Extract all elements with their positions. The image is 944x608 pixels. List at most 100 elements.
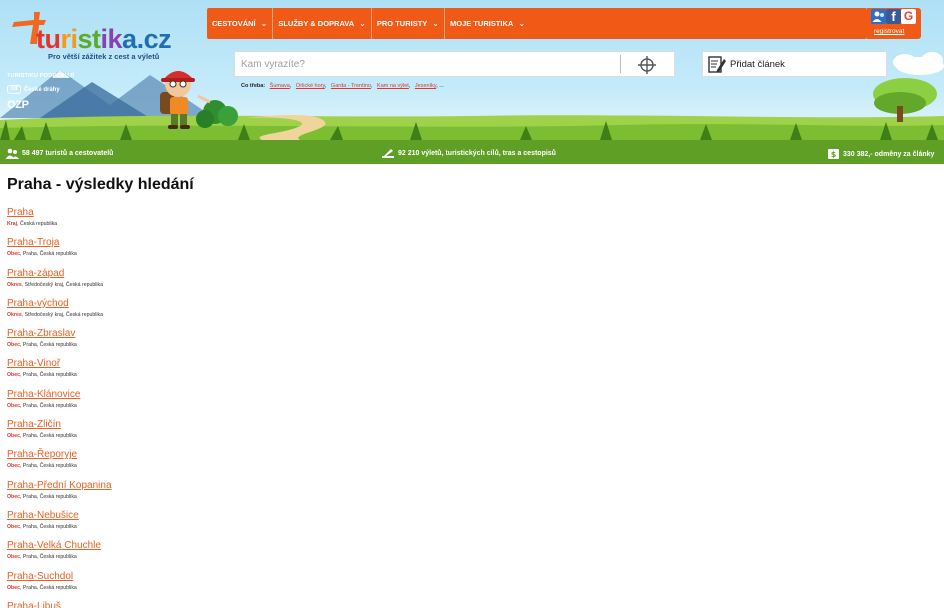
result-item: Praha-Přední Kopanina Obec, Praha, Česká … — [7, 475, 927, 505]
result-meta: Obec, Praha, Česká republika — [7, 523, 77, 530]
result-link[interactable]: Praha-Zbraslav — [7, 327, 75, 340]
result-location: Praha, Česká republika — [22, 433, 77, 440]
search-divider — [620, 55, 621, 73]
result-meta: Obec, Praha, Česká republika — [7, 584, 77, 591]
stats-bar: 58 497 turistů a cestovatelů 92 210 výle… — [0, 144, 944, 164]
result-location: Praha, Česká republika — [22, 463, 77, 470]
result-link[interactable]: Praha-Vinoř — [7, 357, 60, 370]
nav-label: PRO TURISTY — [376, 19, 428, 28]
people-icon — [5, 148, 19, 159]
nav-label: CESTOVÁNÍ — [212, 19, 256, 28]
locate-crosshair-icon[interactable] — [637, 55, 657, 75]
result-location: Praha, Česká republika — [22, 342, 77, 349]
suggestion-link[interactable]: Kam na výlet — [377, 83, 409, 89]
result-meta: Obec, Praha, Česká republika — [7, 433, 77, 440]
result-link[interactable]: Praha-Nebušice — [7, 509, 79, 522]
user-login-icon[interactable] — [871, 9, 886, 24]
suggestion-link[interactable]: Jeseníky — [415, 83, 436, 89]
nav-item-moje-turistika[interactable]: MOJE TURISTIKA ⌄ — [445, 8, 530, 39]
search-suggestions: Co třeba: Šumava, Orlické hory, Garda - … — [241, 83, 444, 89]
result-location: Praha, Česká republika — [22, 523, 77, 530]
result-location: Praha, Česká republika — [22, 493, 77, 500]
result-location: Praha, Česká republika — [22, 584, 77, 591]
result-type: Obec — [7, 372, 20, 379]
suggestion-link[interactable]: Orlické hory — [296, 83, 325, 89]
result-link[interactable]: Praha-Troja — [7, 236, 59, 249]
register-link[interactable]: registrovat — [874, 28, 904, 35]
chevron-down-icon: ⌄ — [518, 19, 526, 28]
result-meta: Obec, Praha, Česká republika — [7, 251, 77, 258]
sponsor-ozp[interactable]: OZP — [7, 99, 74, 111]
site-logo[interactable]: turistika.cz Pro větší zážitek z cest a … — [8, 10, 208, 61]
result-location: Praha, Česká republika — [22, 554, 77, 561]
sponsors-title: TURISTIKU PODPORUJÍ — [7, 73, 75, 79]
result-meta: Kraj, Česká republika — [7, 221, 58, 227]
search-input[interactable] — [235, 52, 620, 76]
result-item: Praha-Řeporyje Obec, Praha, Česká republi… — [7, 444, 927, 474]
result-item: Praha-Troja Obec, Praha, Česká republika — [7, 232, 927, 262]
sponsor-ceske-drahy[interactable]: cd České dráhy — [7, 85, 74, 94]
nav-item-pro-turisty[interactable]: PRO TURISTY ⌄ — [372, 8, 445, 39]
result-type: Obec — [7, 493, 20, 500]
result-link[interactable]: Praha — [7, 206, 34, 219]
result-link[interactable]: Praha-Velká Chuchle — [7, 539, 101, 552]
result-link[interactable]: Praha-Klánovice — [7, 388, 80, 401]
search-results: Praha - výsledky hledání Praha Kraj, Česk… — [7, 176, 927, 608]
result-meta: Obec, Praha, Česká republika — [7, 342, 77, 349]
result-location: Praha, Česká republika — [22, 402, 77, 409]
add-article-button[interactable]: Přidat článek — [702, 51, 887, 77]
sponsor-label: České dráhy — [24, 86, 60, 93]
nav-label: MOJE TURISTIKA — [450, 19, 514, 28]
stat-trips-text: 92 210 výletů, turistických cílů, tras a… — [398, 150, 556, 157]
result-link[interactable]: Praha-Přední Kopanina — [7, 479, 112, 492]
main-nav: CESTOVÁNÍ ⌄ SLUŽBY & DOPRAVA ⌄ PRO TURISTY… — [207, 8, 867, 39]
chevron-down-icon: ⌄ — [260, 19, 268, 28]
suggestion-more: ... — [439, 83, 444, 89]
result-meta: Obec, Praha, Česká republika — [7, 463, 77, 470]
result-item: Praha-Velká Chuchle Obec, Praha, Česká re… — [7, 535, 927, 565]
result-link[interactable]: Praha-Libuš — [7, 600, 61, 608]
result-type: Obec — [7, 463, 20, 470]
result-type: Obec — [7, 342, 20, 349]
result-meta: Okres, Středočeský kraj, Česká republika — [7, 281, 104, 288]
result-location: Praha, Česká republika — [22, 372, 77, 379]
result-meta: Obec, Praha, Česká republika — [7, 402, 77, 409]
result-type: Obec — [7, 584, 20, 591]
logo-tagline: Pro větší zážitek z cest a výletů — [48, 52, 160, 61]
result-meta: Obec, Praha, Česká republika — [7, 372, 77, 379]
stat-rewards-text: 330 382,- odměny za články — [843, 150, 935, 158]
chevron-down-icon: ⌄ — [432, 19, 439, 28]
result-item: Praha-východ Okres, Středočeský kraj, Čes… — [7, 293, 927, 323]
site-header: turistika.cz Pro větší zážitek z cest a … — [0, 0, 944, 164]
pen-book-icon — [382, 149, 394, 158]
money-icon: $ — [828, 149, 839, 159]
logo-text: turistika.cz — [36, 24, 172, 54]
nav-item-cestovani[interactable]: CESTOVÁNÍ ⌄ — [207, 8, 274, 39]
facebook-icon[interactable]: f — [886, 9, 901, 24]
nav-item-sluzby-doprava[interactable]: SLUŽBY & DOPRAVA ⌄ — [273, 8, 372, 39]
result-item: Praha-Zličín Obec, Praha, Česká republika — [7, 414, 927, 444]
stat-trips: 92 210 výletů, turistických cílů, tras a… — [381, 148, 556, 159]
result-location: Praha, Česká republika — [22, 251, 77, 258]
search-box — [234, 51, 675, 77]
cd-logo-icon: cd — [7, 85, 21, 94]
svg-text:$: $ — [831, 150, 837, 159]
result-type: Obec — [7, 523, 20, 530]
page-title: Praha - výsledky hledání — [7, 176, 194, 193]
stat-rewards: $ 330 382,- odměny za články — [827, 148, 934, 160]
result-link[interactable]: Praha-Zličín — [7, 418, 61, 431]
result-meta: Obec, Praha, Česká republika — [7, 493, 77, 500]
suggestion-link[interactable]: Garda - Trentino — [331, 83, 371, 89]
result-item: Praha-Suchdol Obec, Praha, Česká republik… — [7, 566, 927, 596]
google-icon[interactable]: G — [901, 9, 916, 24]
result-meta: Okres, Středočeský kraj, Česká republika — [7, 311, 104, 318]
nav-label: SLUŽBY & DOPRAVA — [278, 19, 355, 28]
pencil-note-icon — [708, 56, 726, 73]
result-item: Praha-Vinoř Obec, Praha, Česká republika — [7, 353, 927, 383]
suggestion-link[interactable]: Šumava — [270, 83, 290, 89]
result-link[interactable]: Praha-Řeporyje — [7, 448, 77, 461]
result-link[interactable]: Praha-západ — [7, 267, 64, 280]
result-link[interactable]: Praha-Suchdol — [7, 570, 73, 583]
sponsors-block: TURISTIKU PODPORUJÍ cd České dráhy OZP — [7, 73, 74, 111]
result-link[interactable]: Praha-východ — [7, 297, 69, 310]
